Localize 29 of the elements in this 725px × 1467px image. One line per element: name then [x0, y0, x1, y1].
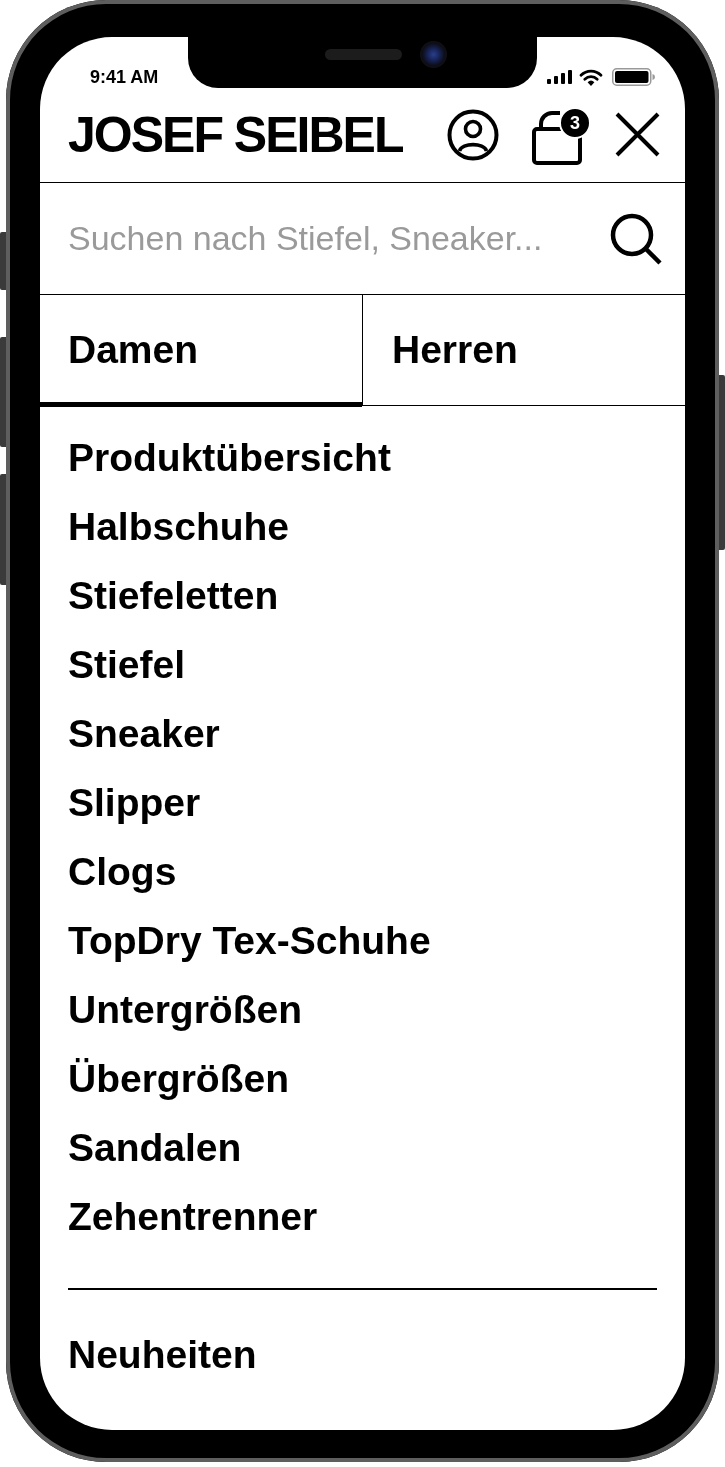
cart-button[interactable]: 3: [532, 106, 594, 165]
category-link[interactable]: Untergrößen: [68, 987, 302, 1033]
category-link[interactable]: TopDry Tex-Schuhe: [68, 918, 431, 964]
wifi-icon: [579, 68, 603, 86]
search-icon: [610, 212, 662, 265]
new-arrivals-link[interactable]: Neuheiten: [68, 1331, 257, 1378]
category-link[interactable]: Stiefeletten: [68, 573, 279, 619]
category-link[interactable]: Clogs: [68, 849, 177, 895]
category-link[interactable]: Sneaker: [68, 711, 220, 757]
category-link[interactable]: Halbschuhe: [68, 504, 290, 550]
category-link[interactable]: Übergrößen: [68, 1056, 289, 1102]
category-link[interactable]: Slipper: [68, 780, 201, 826]
status-time: 9:41 AM: [90, 67, 159, 87]
account-button[interactable]: [447, 108, 499, 161]
cart-count-badge: 3: [559, 106, 591, 139]
close-button[interactable]: [615, 112, 660, 157]
brand-logo: JOSEF SEIBEL: [68, 106, 403, 163]
search-button[interactable]: [610, 212, 662, 265]
category-link[interactable]: Zehentrenner: [68, 1194, 318, 1240]
close-icon: [615, 112, 660, 157]
category-link[interactable]: Stiefel: [68, 642, 186, 688]
category-link[interactable]: Produktübersicht: [68, 435, 391, 481]
side-key-drawing: [0, 232, 6, 290]
search-field[interactable]: Suchen nach Stiefel, Sneaker...: [68, 208, 610, 269]
battery-icon: [612, 68, 655, 86]
gender-tab[interactable]: Damen: [40, 295, 363, 406]
category-link[interactable]: Sandalen: [68, 1125, 242, 1171]
user-icon: [447, 108, 499, 161]
signal-icon: [547, 70, 572, 84]
